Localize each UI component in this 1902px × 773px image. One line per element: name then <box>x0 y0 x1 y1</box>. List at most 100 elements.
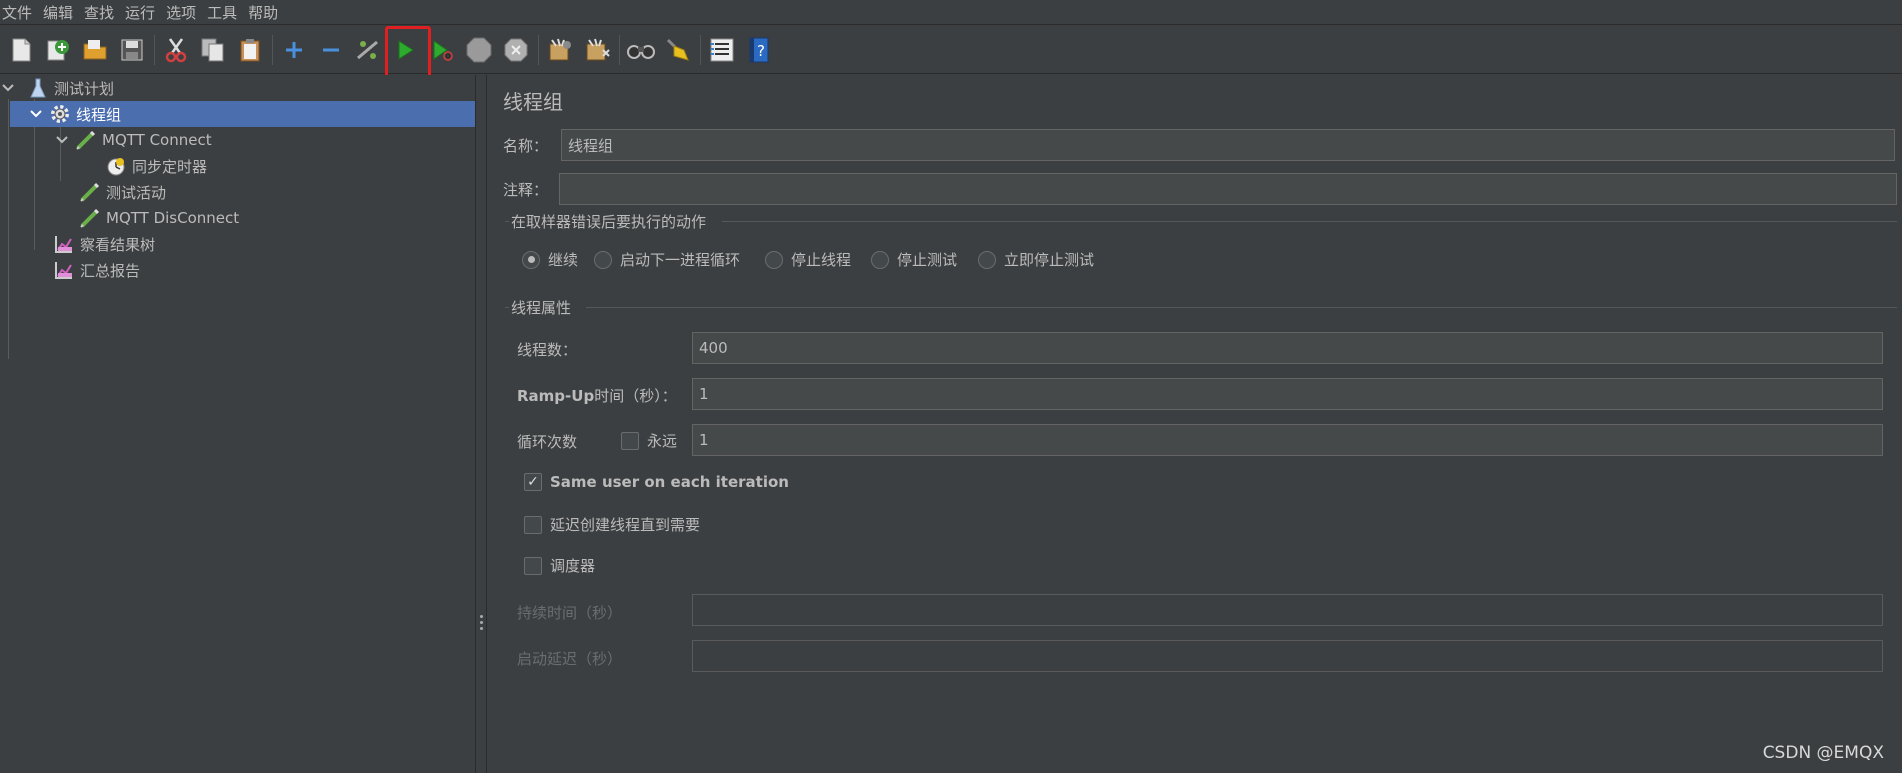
startup-delay-field[interactable] <box>692 640 1883 672</box>
duration-label: 持续时间（秒） <box>517 604 623 622</box>
chevron-down-icon[interactable] <box>28 110 44 118</box>
same-user-checkbox[interactable]: ✓ Same user on each iteration <box>524 473 789 491</box>
forever-label: 永远 <box>647 432 678 450</box>
radio-stop-test-now[interactable]: 立即停止测试 <box>978 249 1094 270</box>
copy-button[interactable] <box>198 35 228 65</box>
test-plan-icon <box>26 76 50 100</box>
collapse-icon <box>323 48 339 51</box>
splitter-handle-icon[interactable] <box>480 615 483 633</box>
tree-item-label: 线程组 <box>76 105 122 124</box>
radio-continue[interactable]: 继续 <box>522 249 578 270</box>
menu-help[interactable]: 帮助 <box>248 2 278 23</box>
shutdown-button[interactable] <box>501 35 531 65</box>
radio-button[interactable] <box>522 250 540 269</box>
group-border <box>586 307 1897 308</box>
toolbar: ? <box>0 25 1902 80</box>
cut-button[interactable] <box>161 35 191 65</box>
listener-icon <box>52 232 76 256</box>
expand-icon <box>286 41 302 58</box>
listener-icon <box>52 258 76 282</box>
scheduler-checkbox[interactable]: 调度器 <box>524 555 595 576</box>
page-title: 线程组 <box>503 90 563 114</box>
group-border <box>505 221 509 222</box>
templates-button[interactable] <box>43 35 73 65</box>
radio-button[interactable] <box>978 250 996 269</box>
expand-all-button[interactable] <box>279 35 309 65</box>
save-icon <box>121 39 143 60</box>
remote-stop-button[interactable] <box>582 35 612 65</box>
tree-item-label: 察看结果树 <box>80 235 156 254</box>
new-icon <box>12 38 31 61</box>
menu-file[interactable]: 文件 <box>2 2 32 23</box>
loop-count-field[interactable]: 1 <box>692 424 1883 456</box>
same-user-label: Same user on each iteration <box>550 473 789 491</box>
timer-icon <box>104 154 128 178</box>
menu-tools[interactable]: 工具 <box>207 2 237 23</box>
templates-icon <box>47 39 69 60</box>
help-button[interactable]: ? <box>744 35 774 65</box>
checkbox[interactable] <box>524 556 542 575</box>
save-button[interactable] <box>117 35 147 65</box>
name-label: 名称： <box>503 137 549 155</box>
function-helper-button[interactable] <box>707 35 737 65</box>
help-icon: ? <box>749 37 769 62</box>
menu-search[interactable]: 查找 <box>84 2 114 23</box>
chevron-down-icon[interactable] <box>0 84 16 92</box>
name-field[interactable]: 线程组 <box>561 129 1895 161</box>
radio-button[interactable] <box>765 250 783 269</box>
comment-field[interactable] <box>559 173 1897 205</box>
radio-stop-test[interactable]: 停止测试 <box>871 249 957 270</box>
search-button[interactable] <box>626 35 656 65</box>
toolbar-separator <box>272 34 273 65</box>
sampler-icon <box>78 206 102 230</box>
tree-item-test-plan[interactable]: 测试计划 <box>0 75 475 101</box>
tree-item-mqtt-connect[interactable]: MQTT Connect <box>54 127 212 153</box>
checkbox[interactable] <box>621 431 639 450</box>
open-button[interactable] <box>80 35 110 65</box>
new-button[interactable] <box>6 35 36 65</box>
clear-all-button[interactable] <box>663 35 693 65</box>
chevron-down-icon[interactable] <box>54 136 70 144</box>
menu-options[interactable]: 选项 <box>166 2 196 23</box>
toolbar-separator <box>619 34 620 65</box>
rampup-label-rest: 时间（秒）： <box>594 387 677 405</box>
tree-item-thread-group[interactable]: 线程组 <box>10 101 475 127</box>
tree-item-label: 同步定时器 <box>132 157 208 176</box>
delay-create-label: 延迟创建线程直到需要 <box>550 516 701 534</box>
toggle-button[interactable] <box>353 35 383 65</box>
radio-button[interactable] <box>594 250 612 269</box>
radio-stop-thread[interactable]: 停止线程 <box>765 249 851 270</box>
start-button[interactable] <box>385 25 431 80</box>
function-helper-icon <box>710 38 734 61</box>
menu-bar: 文件 编辑 查找 运行 选项 工具 帮助 <box>0 0 1902 25</box>
duration-field[interactable] <box>692 594 1883 626</box>
delay-create-checkbox[interactable]: 延迟创建线程直到需要 <box>524 514 700 535</box>
tree-guide-line <box>8 99 9 359</box>
remote-start-button[interactable] <box>545 35 575 65</box>
threads-field[interactable]: 400 <box>692 332 1883 364</box>
radio-label: 继续 <box>548 251 579 269</box>
radio-button[interactable] <box>871 250 889 269</box>
check-icon[interactable]: ✓ <box>524 473 542 491</box>
tree-item-sync-timer[interactable]: 同步定时器 <box>104 153 207 179</box>
start-no-pauses-button[interactable] <box>427 35 457 65</box>
menu-run[interactable]: 运行 <box>125 2 155 23</box>
group-border <box>505 307 509 308</box>
tree-item-summary-report[interactable]: 汇总报告 <box>52 257 140 283</box>
panel-splitter[interactable] <box>475 75 487 773</box>
forever-checkbox[interactable]: 永远 <box>621 430 677 451</box>
toggle-icon <box>357 40 378 59</box>
stop-button[interactable] <box>464 35 494 65</box>
tree-item-label: MQTT Connect <box>102 131 212 149</box>
rampup-field[interactable]: 1 <box>692 378 1883 410</box>
tree-item-view-results-tree[interactable]: 察看结果树 <box>52 231 155 257</box>
remote-stop-icon <box>586 38 610 60</box>
radio-start-next-loop[interactable]: 启动下一进程循环 <box>594 249 740 270</box>
paste-button[interactable] <box>235 35 265 65</box>
collapse-all-button[interactable] <box>316 35 346 65</box>
tree-item-mqtt-disconnect[interactable]: MQTT DisConnect <box>78 205 239 231</box>
menu-edit[interactable]: 编辑 <box>43 2 73 23</box>
checkbox[interactable] <box>524 515 542 534</box>
paste-icon <box>240 38 260 61</box>
tree-item-test-activity[interactable]: 测试活动 <box>78 179 166 205</box>
